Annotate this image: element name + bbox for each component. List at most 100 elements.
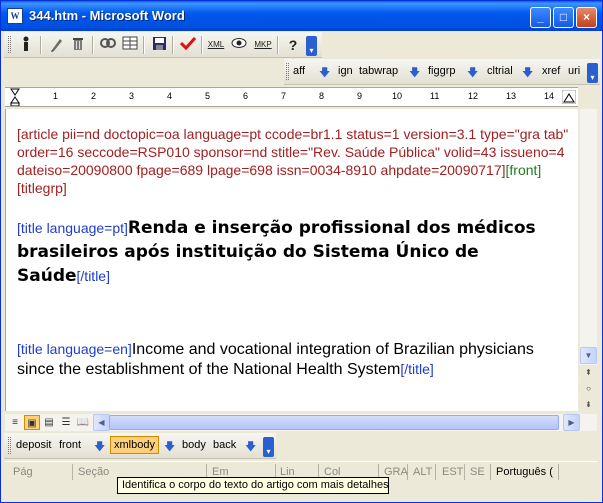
ruler-number: 2	[91, 91, 97, 101]
save-icon[interactable]	[149, 36, 169, 54]
checkmark-icon[interactable]	[178, 36, 198, 54]
print-layout-view-icon[interactable]: ▤	[41, 415, 57, 430]
ruler-number: 3	[129, 91, 135, 101]
arrow-down-icon[interactable]: 🡇	[409, 64, 420, 83]
maximize-button[interactable]: □	[553, 7, 574, 28]
toolbar-separator	[201, 36, 203, 54]
tag-button-aff[interactable]: aff	[293, 65, 305, 77]
tag-button-xref[interactable]: xref	[542, 65, 560, 77]
tag-button-figgrp[interactable]: figgrp	[428, 65, 456, 77]
arrow-down-icon[interactable]: 🡇	[319, 64, 330, 83]
ruler-number: 11	[430, 91, 440, 101]
ruler-number: 7	[281, 91, 287, 101]
ruler-number: 1	[53, 91, 59, 101]
arrow-down-icon[interactable]: 🡇	[94, 438, 105, 457]
scroll-left-icon[interactable]: ◀	[93, 414, 110, 431]
links-icon[interactable]	[98, 36, 118, 54]
title-pt-paragraph[interactable]: [title language=pt]Renda e inserção prof…	[17, 217, 573, 289]
ruler-number: 13	[506, 91, 517, 101]
status-ext[interactable]: EST	[439, 464, 465, 480]
ruler-number: 4	[167, 91, 173, 101]
tag-button-front[interactable]: front	[59, 439, 81, 451]
tag-button-xmlbody[interactable]: xmlbody	[110, 436, 159, 454]
article-tag: [article pii=nd doctopic=oa language=pt …	[17, 126, 569, 178]
trash-icon[interactable]	[68, 36, 88, 54]
toolbar-grip[interactable]	[286, 63, 289, 80]
front-tag: [front]	[505, 162, 542, 178]
word-app-icon[interactable]: W	[7, 8, 23, 24]
status-page: Pág	[10, 464, 73, 480]
article-metadata-paragraph[interactable]: [article pii=nd doctopic=oa language=pt …	[17, 125, 573, 197]
markup-toolbar: XML MKP ? ▾	[4, 32, 322, 58]
title-en-paragraph[interactable]: [title language=en]Income and vocational…	[17, 340, 573, 380]
tag-button-deposit[interactable]: deposit	[16, 439, 51, 451]
help-icon[interactable]: ?	[283, 36, 303, 54]
scroll-right-icon[interactable]: ▶	[563, 414, 580, 431]
title-pt-close-tag: [/title]	[76, 268, 110, 284]
status-alt[interactable]: ALT	[410, 464, 436, 480]
ruler[interactable]: 1 2 3 4 5 6 7 8 9 10 11 12 13 14	[5, 87, 578, 107]
toolbar-overflow-button[interactable]: ▾	[587, 63, 598, 83]
ruler-number: 9	[357, 91, 363, 101]
tooltip: Identifica o corpo do texto do artigo co…	[117, 477, 389, 494]
structure-toolbar: deposit front 🡇 xmlbody 🡇 body back 🡇 ▾	[4, 433, 276, 459]
outline-view-icon[interactable]: ☰	[58, 415, 74, 430]
toolbar-separator	[143, 36, 145, 54]
tag-button-cltrial[interactable]: cltrial	[487, 65, 513, 77]
xml-icon[interactable]: XML	[206, 36, 226, 54]
tags-toolbar: aff 🡇 ign tabwrap 🡇 figgrp 🡇 cltrial 🡇 x…	[284, 59, 600, 85]
window-title: 344.htm - Microsoft Word	[29, 8, 185, 23]
arrow-down-icon[interactable]: 🡇	[164, 438, 175, 457]
horizontal-scroll-thumb[interactable]	[109, 415, 559, 430]
tag-button-body[interactable]: body	[182, 439, 206, 451]
ruler-number: 5	[205, 91, 211, 101]
word-window: W 344.htm - Microsoft Word _ □ × XML MKP…	[0, 0, 603, 503]
toolbar-grip[interactable]	[8, 36, 11, 53]
minimize-button[interactable]: _	[530, 7, 551, 28]
toolbar-grip[interactable]	[8, 437, 11, 454]
arrow-down-icon[interactable]: 🡇	[245, 438, 256, 457]
titlegrp-tag: [titlegrp]	[17, 180, 67, 196]
pencil-icon[interactable]	[46, 36, 66, 54]
toolbar-overflow-button[interactable]: ▾	[306, 36, 317, 56]
horizontal-bar: ≡ ▣ ▤ ☰ 📖 ◀ ▶	[5, 414, 597, 431]
ruler-number: 14	[544, 91, 555, 101]
tag-button-back[interactable]: back	[213, 439, 236, 451]
vertical-scrollbar[interactable]: ▼ ⇞ ○ ⇟	[580, 109, 597, 415]
ruler-number: 10	[392, 91, 403, 101]
title-bar[interactable]: W 344.htm - Microsoft Word _ □ ×	[1, 1, 602, 31]
status-language[interactable]: Português (	[493, 464, 559, 480]
arrow-down-icon[interactable]: 🡇	[467, 64, 478, 83]
title-pt-open-tag: [title language=pt]	[17, 220, 128, 236]
tag-button-tabwrap[interactable]: tabwrap	[359, 65, 398, 77]
previous-page-icon[interactable]: ⇞	[580, 365, 597, 382]
right-indent-icon[interactable]	[562, 90, 576, 104]
tag-button-uri[interactable]: uri	[568, 65, 580, 77]
close-button[interactable]: ×	[576, 7, 597, 28]
status-ovr[interactable]: SE	[467, 464, 491, 480]
toolbar-separator	[172, 36, 174, 54]
next-page-icon[interactable]: ⇟	[580, 397, 597, 414]
title-en-open-tag: [title language=en]	[17, 341, 132, 357]
table-icon[interactable]	[120, 36, 140, 54]
scroll-down-icon[interactable]: ▼	[580, 347, 597, 364]
web-layout-view-icon[interactable]: ▣	[24, 415, 40, 430]
normal-view-icon[interactable]: ≡	[7, 415, 23, 430]
mkp-icon[interactable]: MKP	[252, 36, 274, 54]
eye-icon[interactable]	[229, 36, 249, 54]
ruler-number: 6	[243, 91, 249, 101]
arrow-down-icon[interactable]: 🡇	[522, 64, 533, 83]
document-area[interactable]: [article pii=nd doctopic=oa language=pt …	[5, 109, 578, 411]
toolbar-separator	[40, 36, 42, 54]
toolbar-overflow-button[interactable]: ▾	[263, 437, 274, 457]
tag-button-ign[interactable]: ign	[338, 65, 353, 77]
ruler-number: 12	[468, 91, 479, 101]
toolbar-separator	[92, 36, 94, 54]
reading-layout-view-icon[interactable]: 📖	[75, 415, 91, 430]
person-icon[interactable]	[16, 36, 36, 54]
select-browse-object-icon[interactable]: ○	[580, 381, 597, 398]
ruler-number: 8	[319, 91, 325, 101]
title-en-close-tag: [/title]	[400, 361, 434, 377]
indent-marker-icon[interactable]	[10, 88, 20, 106]
toolbar-separator	[277, 36, 279, 54]
